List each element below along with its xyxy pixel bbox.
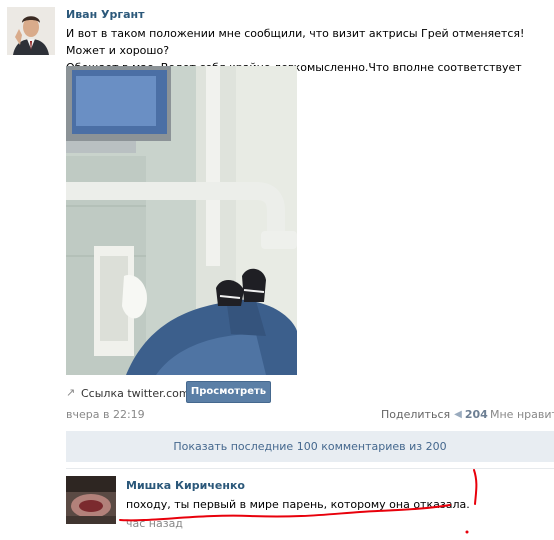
megaphone-icon: ◀ (454, 409, 462, 420)
like-button[interactable]: Мне нравитс (490, 408, 554, 421)
link-row[interactable]: ↗ Ссылка twitter.com (66, 383, 190, 403)
post-photo[interactable] (66, 66, 297, 375)
divider (66, 468, 554, 469)
share-button[interactable]: Поделиться ◀ 204 (381, 408, 488, 421)
link-text[interactable]: Ссылка twitter.com (81, 387, 190, 400)
comment-text: походу, ты первый в мире парень, котором… (126, 498, 470, 511)
comment-author-name[interactable]: Мишка Кириченко (126, 479, 245, 492)
comment-author-avatar[interactable] (66, 476, 116, 524)
post-text-line-1: И вот в таком положении мне сообщили, чт… (66, 27, 525, 57)
show-comments-button[interactable]: Показать последние 100 комментариев из 2… (66, 431, 554, 462)
post-time[interactable]: вчера в 22:19 (66, 408, 145, 421)
share-count: 204 (464, 408, 488, 421)
comment-time[interactable]: час назад (126, 517, 183, 530)
post-author-avatar[interactable] (7, 7, 55, 55)
link-arrow-icon: ↗ (66, 386, 76, 399)
view-button[interactable]: Просмотреть (186, 381, 271, 403)
post-author-name[interactable]: Иван Ургант (66, 8, 145, 21)
share-label: Поделиться (381, 408, 451, 421)
